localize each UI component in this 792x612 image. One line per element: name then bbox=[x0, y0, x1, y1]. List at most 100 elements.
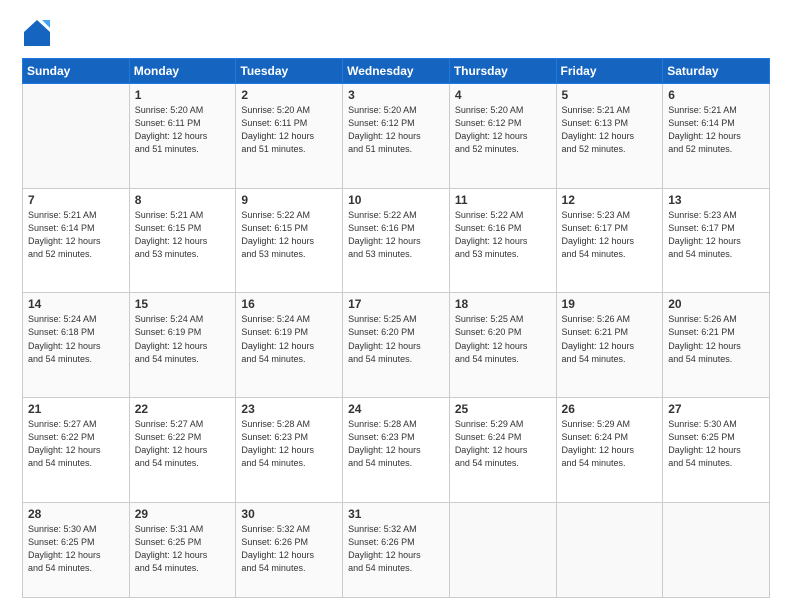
day-info: Sunrise: 5:26 AM Sunset: 6:21 PM Dayligh… bbox=[562, 313, 658, 365]
calendar-cell: 7 Sunrise: 5:21 AM Sunset: 6:14 PM Daylig… bbox=[23, 188, 130, 293]
day-info: Sunrise: 5:29 AM Sunset: 6:24 PM Dayligh… bbox=[455, 418, 551, 470]
day-info: Sunrise: 5:20 AM Sunset: 6:11 PM Dayligh… bbox=[135, 104, 231, 156]
calendar-cell: 22 Sunrise: 5:27 AM Sunset: 6:22 PM Dayli… bbox=[129, 398, 236, 503]
calendar-cell: 4 Sunrise: 5:20 AM Sunset: 6:12 PM Daylig… bbox=[449, 84, 556, 189]
calendar-cell: 12 Sunrise: 5:23 AM Sunset: 6:17 PM Dayli… bbox=[556, 188, 663, 293]
header bbox=[22, 18, 770, 48]
header-cell-sunday: Sunday bbox=[23, 59, 130, 84]
calendar-cell: 21Sunrise: 5:27 AM Sunset: 6:22 PM Dayli… bbox=[23, 398, 130, 503]
day-info: Sunrise: 5:22 AM Sunset: 6:15 PM Dayligh… bbox=[241, 209, 337, 261]
header-cell-thursday: Thursday bbox=[449, 59, 556, 84]
day-info: Sunrise: 5:25 AM Sunset: 6:20 PM Dayligh… bbox=[455, 313, 551, 365]
day-number: 22 bbox=[135, 402, 231, 416]
day-info: Sunrise: 5:20 AM Sunset: 6:11 PM Dayligh… bbox=[241, 104, 337, 156]
calendar-cell: 14 Sunrise: 5:24 AM Sunset: 6:18 PM Dayli… bbox=[23, 293, 130, 398]
day-info: Sunrise: 5:27 AM Sunset: 6:22 PM Dayligh… bbox=[135, 418, 231, 470]
day-info: Sunrise: 5:24 AM Sunset: 6:19 PM Dayligh… bbox=[135, 313, 231, 365]
calendar-cell: 24Sunrise: 5:28 AM Sunset: 6:23 PM Dayli… bbox=[343, 398, 450, 503]
calendar-cell bbox=[663, 502, 770, 597]
day-info: Sunrise: 5:24 AM Sunset: 6:19 PM Dayligh… bbox=[241, 313, 337, 365]
calendar-cell: 28Sunrise: 5:30 AM Sunset: 6:25 PM Dayli… bbox=[23, 502, 130, 597]
calendar-table: SundayMondayTuesdayWednesdayThursdayFrid… bbox=[22, 58, 770, 598]
day-number: 15 bbox=[135, 297, 231, 311]
calendar-week-2: 14 Sunrise: 5:24 AM Sunset: 6:18 PM Dayli… bbox=[23, 293, 770, 398]
calendar-cell: 2 Sunrise: 5:20 AM Sunset: 6:11 PM Daylig… bbox=[236, 84, 343, 189]
day-info: Sunrise: 5:20 AM Sunset: 6:12 PM Dayligh… bbox=[348, 104, 444, 156]
day-info: Sunrise: 5:26 AM Sunset: 6:21 PM Dayligh… bbox=[668, 313, 764, 365]
calendar-header: SundayMondayTuesdayWednesdayThursdayFrid… bbox=[23, 59, 770, 84]
day-number: 30 bbox=[241, 507, 337, 521]
calendar-cell: 1 Sunrise: 5:20 AM Sunset: 6:11 PM Daylig… bbox=[129, 84, 236, 189]
calendar-cell: 18 Sunrise: 5:25 AM Sunset: 6:20 PM Dayli… bbox=[449, 293, 556, 398]
header-cell-friday: Friday bbox=[556, 59, 663, 84]
calendar-cell: 9 Sunrise: 5:22 AM Sunset: 6:15 PM Daylig… bbox=[236, 188, 343, 293]
day-info: Sunrise: 5:22 AM Sunset: 6:16 PM Dayligh… bbox=[455, 209, 551, 261]
day-number: 17 bbox=[348, 297, 444, 311]
day-number: 11 bbox=[455, 193, 551, 207]
calendar-cell: 31 Sunrise: 5:32 AM Sunset: 6:26 PM Dayli… bbox=[343, 502, 450, 597]
day-number: 29 bbox=[135, 507, 231, 521]
day-number: 9 bbox=[241, 193, 337, 207]
calendar-cell: 20Sunrise: 5:26 AM Sunset: 6:21 PM Dayli… bbox=[663, 293, 770, 398]
day-number: 26 bbox=[562, 402, 658, 416]
day-number: 19 bbox=[562, 297, 658, 311]
day-info: Sunrise: 5:20 AM Sunset: 6:12 PM Dayligh… bbox=[455, 104, 551, 156]
day-info: Sunrise: 5:28 AM Sunset: 6:23 PM Dayligh… bbox=[348, 418, 444, 470]
calendar-cell: 26Sunrise: 5:29 AM Sunset: 6:24 PM Dayli… bbox=[556, 398, 663, 503]
calendar-week-4: 28Sunrise: 5:30 AM Sunset: 6:25 PM Dayli… bbox=[23, 502, 770, 597]
calendar-cell: 19 Sunrise: 5:26 AM Sunset: 6:21 PM Dayli… bbox=[556, 293, 663, 398]
calendar-cell: 13Sunrise: 5:23 AM Sunset: 6:17 PM Dayli… bbox=[663, 188, 770, 293]
day-number: 2 bbox=[241, 88, 337, 102]
day-info: Sunrise: 5:31 AM Sunset: 6:25 PM Dayligh… bbox=[135, 523, 231, 575]
header-cell-saturday: Saturday bbox=[663, 59, 770, 84]
day-number: 12 bbox=[562, 193, 658, 207]
day-info: Sunrise: 5:32 AM Sunset: 6:26 PM Dayligh… bbox=[241, 523, 337, 575]
calendar-week-3: 21 Sunrise: 5:27 AM Sunset: 6:22 PM Dayli… bbox=[23, 398, 770, 503]
day-number: 31 bbox=[348, 507, 444, 521]
calendar-cell: 5 Sunrise: 5:21 AM Sunset: 6:13 PM Daylig… bbox=[556, 84, 663, 189]
day-info: Sunrise: 5:25 AM Sunset: 6:20 PM Dayligh… bbox=[348, 313, 444, 365]
day-number: 18 bbox=[455, 297, 551, 311]
calendar-cell: 11 Sunrise: 5:22 AM Sunset: 6:16 PM Dayli… bbox=[449, 188, 556, 293]
calendar-cell bbox=[556, 502, 663, 597]
day-info: Sunrise: 5:30 AM Sunset: 6:25 PM Dayligh… bbox=[28, 523, 124, 575]
calendar-cell: 15 Sunrise: 5:24 AM Sunset: 6:19 PM Dayli… bbox=[129, 293, 236, 398]
day-number: 25 bbox=[455, 402, 551, 416]
day-number: 27 bbox=[668, 402, 764, 416]
day-number: 14 bbox=[28, 297, 124, 311]
day-info: Sunrise: 5:22 AM Sunset: 6:16 PM Dayligh… bbox=[348, 209, 444, 261]
header-row: SundayMondayTuesdayWednesdayThursdayFrid… bbox=[23, 59, 770, 84]
day-number: 6 bbox=[668, 88, 764, 102]
day-number: 5 bbox=[562, 88, 658, 102]
day-number: 23 bbox=[241, 402, 337, 416]
calendar-cell: 8Sunrise: 5:21 AM Sunset: 6:15 PM Daylig… bbox=[129, 188, 236, 293]
day-info: Sunrise: 5:21 AM Sunset: 6:13 PM Dayligh… bbox=[562, 104, 658, 156]
calendar-cell: 23 Sunrise: 5:28 AM Sunset: 6:23 PM Dayli… bbox=[236, 398, 343, 503]
day-number: 1 bbox=[135, 88, 231, 102]
calendar-cell: 25 Sunrise: 5:29 AM Sunset: 6:24 PM Dayli… bbox=[449, 398, 556, 503]
calendar-cell: 30 Sunrise: 5:32 AM Sunset: 6:26 PM Dayli… bbox=[236, 502, 343, 597]
calendar-cell: 3 Sunrise: 5:20 AM Sunset: 6:12 PM Daylig… bbox=[343, 84, 450, 189]
day-info: Sunrise: 5:23 AM Sunset: 6:17 PM Dayligh… bbox=[562, 209, 658, 261]
day-info: Sunrise: 5:32 AM Sunset: 6:26 PM Dayligh… bbox=[348, 523, 444, 575]
day-number: 7 bbox=[28, 193, 124, 207]
day-info: Sunrise: 5:23 AM Sunset: 6:17 PM Dayligh… bbox=[668, 209, 764, 261]
calendar-cell: 16Sunrise: 5:24 AM Sunset: 6:19 PM Dayli… bbox=[236, 293, 343, 398]
day-number: 4 bbox=[455, 88, 551, 102]
calendar-cell: 29 Sunrise: 5:31 AM Sunset: 6:25 PM Dayli… bbox=[129, 502, 236, 597]
day-number: 21 bbox=[28, 402, 124, 416]
logo-icon bbox=[22, 18, 52, 48]
day-info: Sunrise: 5:24 AM Sunset: 6:18 PM Dayligh… bbox=[28, 313, 124, 365]
day-number: 3 bbox=[348, 88, 444, 102]
day-number: 8 bbox=[135, 193, 231, 207]
calendar-cell: 10 Sunrise: 5:22 AM Sunset: 6:16 PM Dayli… bbox=[343, 188, 450, 293]
logo bbox=[22, 18, 56, 48]
calendar-cell bbox=[449, 502, 556, 597]
day-info: Sunrise: 5:21 AM Sunset: 6:14 PM Dayligh… bbox=[668, 104, 764, 156]
day-number: 10 bbox=[348, 193, 444, 207]
calendar-cell: 17 Sunrise: 5:25 AM Sunset: 6:20 PM Dayli… bbox=[343, 293, 450, 398]
header-cell-tuesday: Tuesday bbox=[236, 59, 343, 84]
calendar-cell: 27Sunrise: 5:30 AM Sunset: 6:25 PM Dayli… bbox=[663, 398, 770, 503]
day-info: Sunrise: 5:28 AM Sunset: 6:23 PM Dayligh… bbox=[241, 418, 337, 470]
day-info: Sunrise: 5:21 AM Sunset: 6:14 PM Dayligh… bbox=[28, 209, 124, 261]
